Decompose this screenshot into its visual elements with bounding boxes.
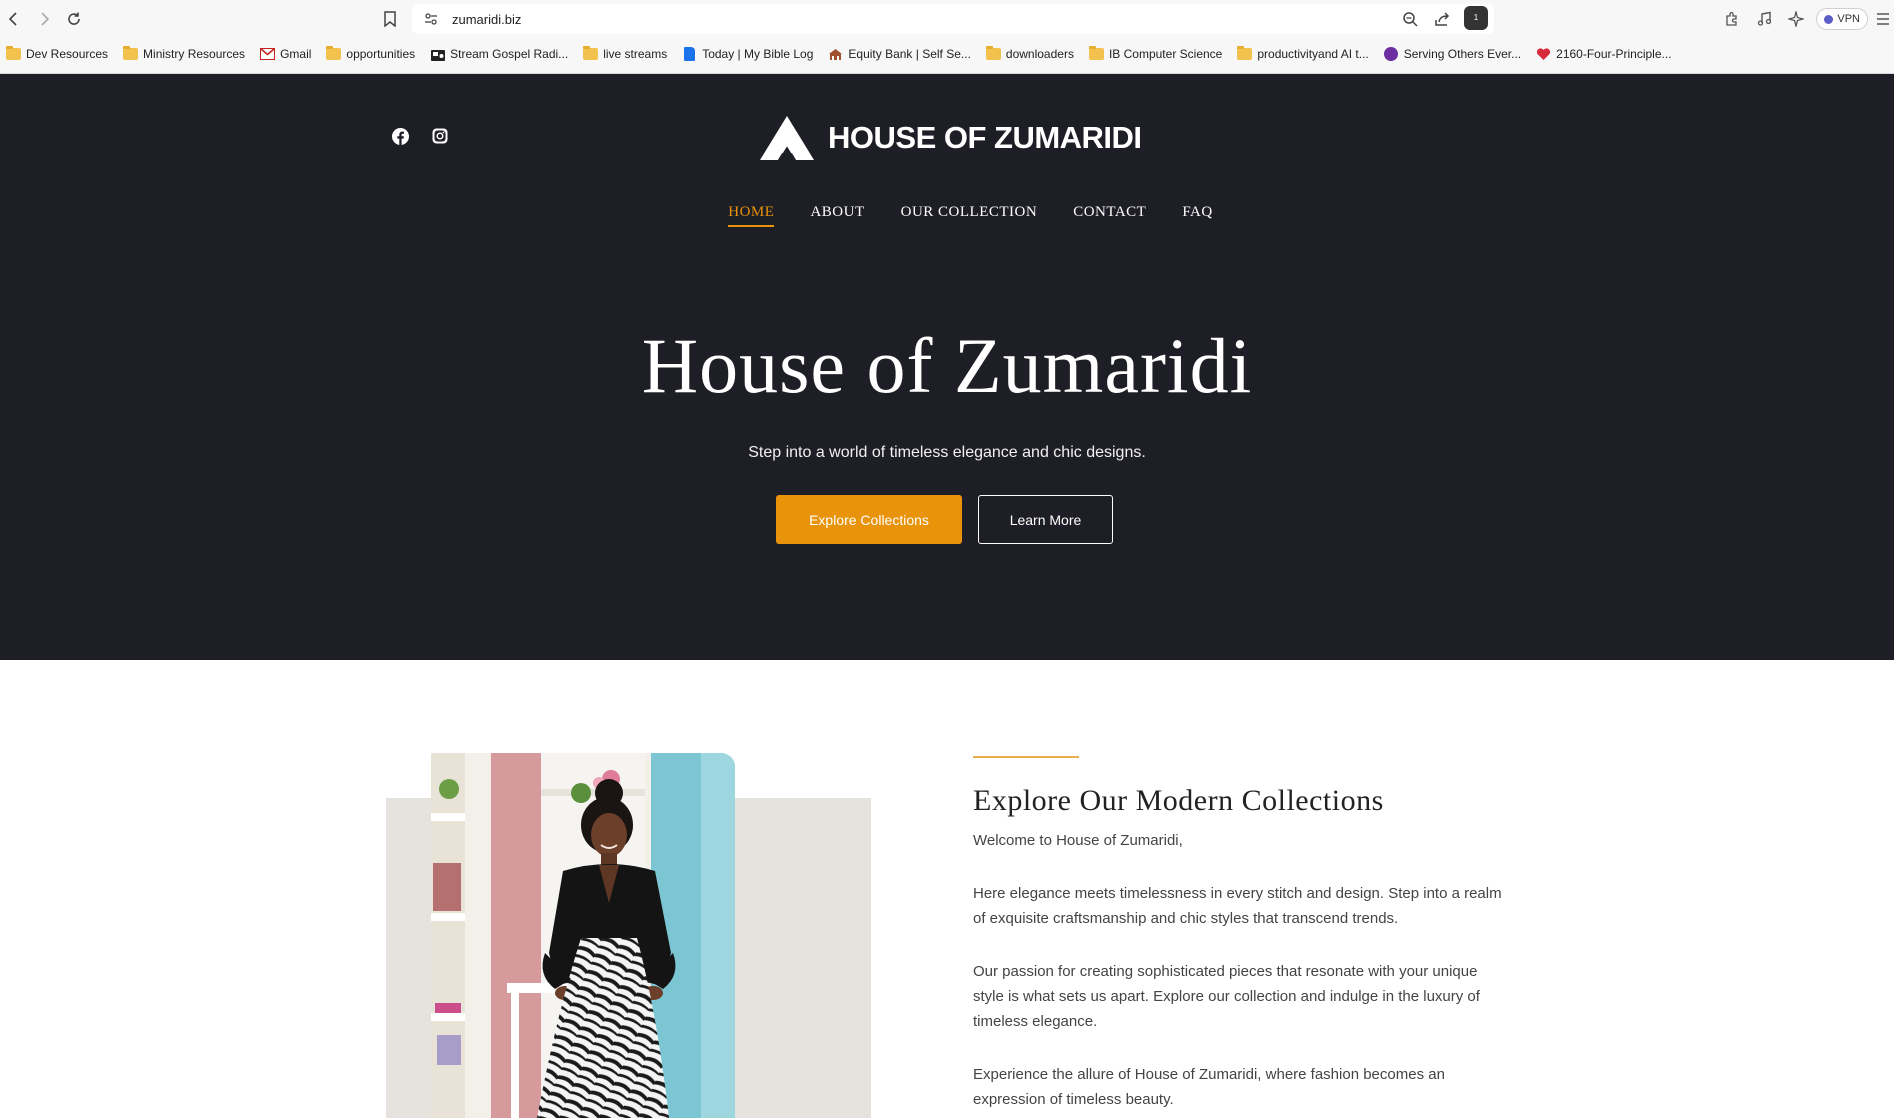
folder-icon xyxy=(985,46,1001,60)
folder-icon xyxy=(1088,46,1104,60)
vpn-label: VPN xyxy=(1837,13,1860,25)
learn-more-button[interactable]: Learn More xyxy=(978,495,1113,544)
nav-faq[interactable]: FAQ xyxy=(1182,204,1212,225)
bookmark-item[interactable]: live streams xyxy=(583,46,675,61)
bookmarks-bar: Dev Resources Ministry Resources Gmail o… xyxy=(0,42,1894,66)
address-bar[interactable]: zumaridi.biz 1 xyxy=(412,4,1494,34)
bookmark-label: Dev Resources xyxy=(26,47,109,61)
browser-toolbar: zumaridi.biz 1 VPN xyxy=(0,0,1894,38)
equity-bank-icon xyxy=(828,48,843,61)
bookmark-label: Gmail xyxy=(280,47,312,61)
bookmark-label: Serving Others Ever... xyxy=(1403,47,1522,61)
gmail-icon xyxy=(260,48,276,61)
zoom-icon[interactable] xyxy=(1398,7,1422,31)
radio-icon xyxy=(430,48,445,61)
accent-divider xyxy=(973,756,1079,758)
bookmark-label: Ministry Resources xyxy=(143,47,246,61)
back-icon[interactable] xyxy=(2,7,26,31)
forward-icon[interactable] xyxy=(32,7,56,31)
body-paragraph: Experience the allure of House of Zumari… xyxy=(973,1066,1445,1108)
extensions-icon[interactable] xyxy=(1720,7,1744,31)
serving-others-icon xyxy=(1384,47,1399,61)
bookmark-item[interactable]: IB Computer Science xyxy=(1088,46,1230,61)
folder-icon xyxy=(326,46,342,60)
folder-icon xyxy=(583,46,599,60)
reload-icon[interactable] xyxy=(62,7,86,31)
bookmark-item[interactable]: Stream Gospel Radi... xyxy=(430,47,576,61)
collections-intro-section: Explore Our Modern Collections Welcome t… xyxy=(0,660,1894,1118)
bookmark-item[interactable]: Gmail xyxy=(260,47,319,61)
brand-name: HOUSE OF ZUMARIDI xyxy=(828,120,1142,155)
section-title: Explore Our Modern Collections xyxy=(973,784,1384,817)
facebook-icon[interactable] xyxy=(390,126,410,146)
bookmark-label: Today | My Bible Log xyxy=(702,47,814,61)
folder-icon xyxy=(1237,46,1253,60)
hero-title: House of Zumaridi xyxy=(641,322,1253,409)
model-photo xyxy=(431,753,735,1118)
brave-shields-icon[interactable]: 1 xyxy=(1462,6,1488,31)
url-text[interactable]: zumaridi.biz xyxy=(452,12,521,27)
shield-count-badge: 1 xyxy=(1464,6,1488,30)
media-icon[interactable] xyxy=(1752,7,1776,31)
browser-chrome: zumaridi.biz 1 VPN Dev Resources Ministr… xyxy=(0,0,1894,74)
heart-icon xyxy=(1536,47,1551,61)
bookmark-item[interactable]: Today | My Bible Log xyxy=(682,47,821,61)
share-icon[interactable] xyxy=(1430,7,1454,31)
nav-contact[interactable]: CONTACT xyxy=(1073,204,1146,225)
bookmark-label: downloaders xyxy=(1005,47,1074,61)
bookmark-label: live streams xyxy=(603,47,668,61)
nav-home[interactable]: HOME xyxy=(728,204,775,227)
bookmark-label: IB Computer Science xyxy=(1108,47,1223,61)
folder-icon xyxy=(6,46,21,60)
site-settings-icon[interactable] xyxy=(416,4,446,34)
logo-mark-icon xyxy=(760,116,814,160)
vpn-button[interactable]: VPN xyxy=(1816,8,1868,30)
nav-our-collection[interactable]: OUR COLLECTION xyxy=(901,204,1038,225)
bookmark-item[interactable]: 2160-Four-Principle... xyxy=(1536,47,1679,61)
bookmark-label: productivityand AI t... xyxy=(1257,47,1369,61)
bookmark-label: 2160-Four-Principle... xyxy=(1556,47,1672,61)
bookmark-label: Stream Gospel Radi... xyxy=(450,47,569,61)
body-paragraph: Our passion for creating sophisticated p… xyxy=(973,963,1480,1030)
explore-collections-button[interactable]: Explore Collections xyxy=(776,495,962,544)
hero-buttons: Explore Collections Learn More xyxy=(776,495,1113,544)
nav-about[interactable]: ABOUT xyxy=(810,204,864,225)
intro-paragraph: Welcome to House of Zumaridi, xyxy=(973,832,1183,849)
bookmark-item[interactable]: Equity Bank | Self Se... xyxy=(828,47,979,61)
bookmark-page-icon[interactable] xyxy=(378,7,402,31)
bookmark-item[interactable]: Ministry Resources xyxy=(123,46,253,61)
model-photo-image xyxy=(431,753,735,1118)
hero-section: HOUSE OF ZUMARIDI HOME ABOUT OUR COLLECT… xyxy=(0,74,1894,660)
bookmark-label: opportunities xyxy=(346,47,416,61)
main-nav: HOME ABOUT OUR COLLECTION CONTACT FAQ xyxy=(0,204,1894,227)
hero-subtitle: Step into a world of timeless elegance a… xyxy=(748,444,1146,461)
site-logo[interactable]: HOUSE OF ZUMARIDI xyxy=(760,116,1142,160)
bookmark-label: Equity Bank | Self Se... xyxy=(848,47,971,61)
social-links xyxy=(390,126,450,146)
leo-ai-icon[interactable] xyxy=(1784,7,1808,31)
menu-icon[interactable] xyxy=(1876,7,1890,31)
folder-icon xyxy=(123,46,139,60)
instagram-icon[interactable] xyxy=(430,126,450,146)
bookmark-item[interactable]: downloaders xyxy=(985,46,1082,61)
bookmark-item[interactable]: productivityand AI t... xyxy=(1237,46,1376,61)
bookmark-item[interactable]: Dev Resources xyxy=(6,46,116,61)
bookmark-item[interactable]: Serving Others Ever... xyxy=(1384,47,1529,61)
body-paragraph: Here elegance meets timelessness in ever… xyxy=(973,885,1502,927)
collections-text: Explore Our Modern Collections Welcome t… xyxy=(973,756,1508,1112)
bookmark-item[interactable]: opportunities xyxy=(326,46,423,61)
bible-log-icon xyxy=(682,47,697,61)
vpn-status-icon xyxy=(1824,14,1834,24)
